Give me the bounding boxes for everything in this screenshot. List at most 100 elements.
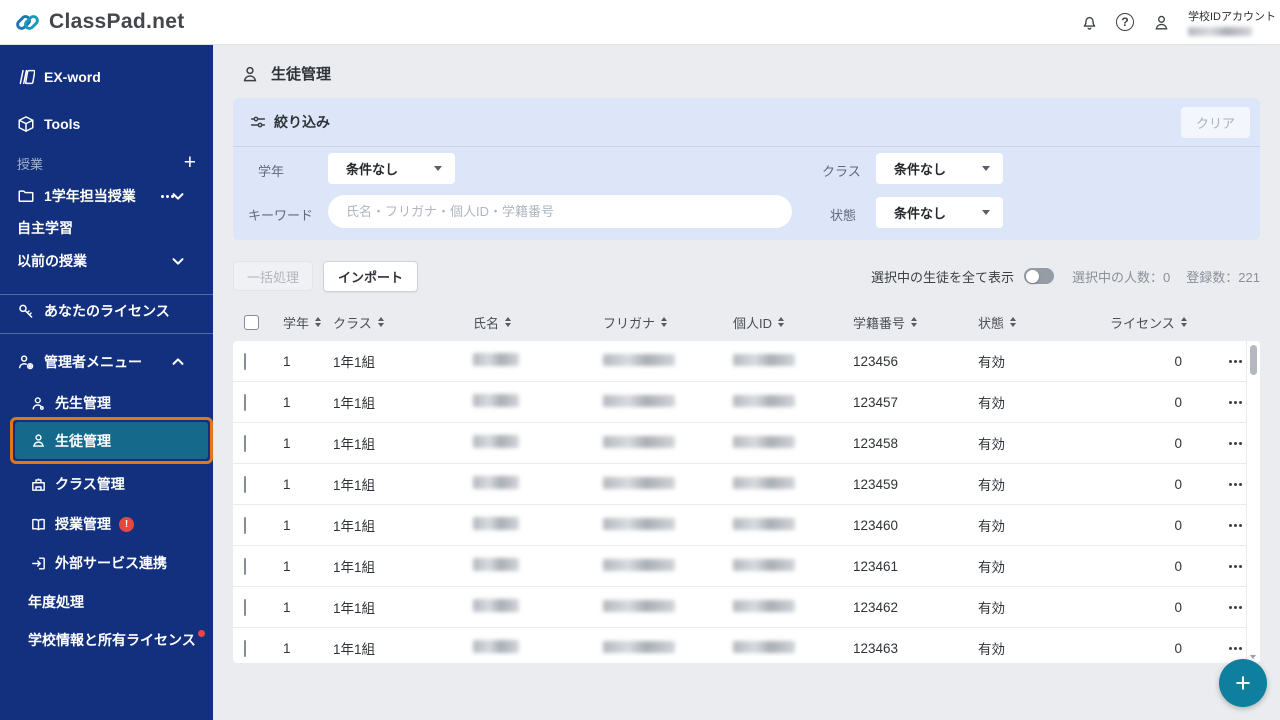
sidebar-item-class-mgmt[interactable]: クラス管理 [0,472,213,496]
row-menu-button[interactable] [1224,473,1246,495]
col-header-personal-id[interactable]: 個人ID [733,313,853,332]
cell-class: 1年1組 [333,396,376,411]
sidebar-item-label: EX-word [44,69,101,85]
sidebar-item-student-mgmt-active[interactable]: 生徒管理 [10,417,213,464]
add-lesson-button[interactable]: + [184,152,196,173]
keyword-search-input[interactable] [328,195,792,228]
admin-menu-collapse-button[interactable] [169,353,196,371]
top-bar: ClassPad.net ? 学校IDアカウント [0,0,1280,45]
add-student-fab[interactable] [1219,659,1267,707]
cell-license: 0 [1174,394,1182,410]
row-menu-button[interactable] [1224,432,1246,454]
chevron-down-icon [172,193,184,200]
help-icon[interactable]: ? [1116,13,1134,31]
cell-student-no: 123461 [853,558,899,574]
filter-title: 絞り込み [274,114,330,130]
cell-license: 0 [1174,599,1182,615]
cell-license: 0 [1174,353,1182,369]
cell-name-redacted [473,640,519,653]
account-info[interactable]: 学校IDアカウント [1188,8,1276,36]
notification-dot-icon [197,630,205,637]
row-checkbox[interactable] [244,598,246,616]
cell-name-redacted [473,476,519,489]
scrollbar-down-arrow-icon[interactable] [1250,655,1256,659]
cell-student-no: 123458 [853,435,899,451]
cell-name-redacted [473,353,519,366]
col-header-student-no[interactable]: 学籍番号 [853,313,978,332]
sidebar-item-label: 年度処理 [28,594,84,610]
main-content: 生徒管理 絞り込み クリア 学年 条件なし クラス 条件なし キーワード 氏名・… [213,45,1280,720]
student-table: 1 1年1組 123456 有効 0 1 1年1組 123457 有効 0 1 … [233,341,1260,663]
cell-class: 1年1組 [333,601,376,616]
folder-expand-button[interactable] [169,187,196,205]
col-header-kana[interactable]: フリガナ [603,313,733,332]
sort-icon [778,316,785,328]
row-checkbox[interactable] [244,557,246,575]
sidebar: EX-word Tools 授業 + 1学年担当授業 自主学習 以前の授業 あな… [0,45,213,720]
cell-kana-redacted [603,476,675,489]
sidebar-item-lesson-mgmt[interactable]: 授業管理 [0,512,213,536]
row-checkbox[interactable] [244,516,246,534]
select-all-checkbox[interactable] [244,314,259,330]
cell-kana-redacted [603,599,675,612]
col-header-license[interactable]: ライセンス [1110,313,1210,332]
row-checkbox[interactable] [244,475,246,493]
cell-personal-id-redacted [733,353,795,366]
row-checkbox[interactable] [244,639,246,657]
cell-grade: 1 [283,476,291,492]
sidebar-item-label: Tools [44,116,81,132]
app-window: ClassPad.net ? 学校IDアカウント EX-word Tools 授… [0,0,1280,720]
row-checkbox[interactable] [244,393,246,411]
row-checkbox[interactable] [244,352,246,370]
row-menu-button[interactable] [1224,391,1246,413]
table-scrollbar[interactable] [1246,341,1260,663]
cell-personal-id-redacted [733,558,795,571]
sidebar-item-self-study[interactable]: 自主学習 [0,216,213,240]
cell-class: 1年1組 [333,437,376,452]
cell-name-redacted [473,558,519,571]
row-checkbox[interactable] [244,434,246,452]
sidebar-item-admin-menu[interactable]: 管理者メニュー [0,350,213,374]
sidebar-item-teacher-mgmt[interactable]: 先生管理 [0,391,213,415]
bulk-action-button[interactable]: 一括処理 [233,261,314,291]
sidebar-item-tools[interactable]: Tools [0,112,213,136]
col-header-name[interactable]: 氏名 [473,313,603,332]
sidebar-item-external-services[interactable]: 外部サービス連携 [0,551,213,575]
sidebar-item-your-license[interactable]: あなたのライセンス [0,299,213,323]
bell-icon[interactable] [1079,12,1099,32]
cell-class: 1年1組 [333,560,376,575]
toolbar-right-group: 選択中の生徒を全て表示 選択中の人数：0 登録数：221 [871,267,1260,286]
sidebar-item-label: 生徒管理 [55,432,111,449]
sidebar-item-exword[interactable]: EX-word [0,65,213,89]
col-header-status[interactable]: 状態 [978,313,1110,332]
sidebar-item-school-info[interactable]: 学校情報と所有ライセンス [0,628,213,652]
key-icon [19,304,33,318]
col-header-class[interactable]: クラス [333,313,473,332]
class-filter-value: 条件なし [894,162,947,177]
row-menu-button[interactable] [1224,350,1246,372]
sidebar-item-lesson-folder[interactable]: 1学年担当授業 [0,184,213,208]
table-row: 1 1年1組 123462 有効 0 [233,587,1246,628]
sidebar-item-previous-lessons[interactable]: 以前の授業 [0,249,213,273]
col-header-grade[interactable]: 学年 [283,313,333,332]
class-filter-select[interactable]: 条件なし [876,153,1003,184]
status-filter-select[interactable]: 条件なし [876,197,1003,228]
clear-filter-button[interactable]: クリア [1180,107,1250,138]
show-selected-toggle[interactable] [1024,268,1055,284]
row-menu-button[interactable] [1224,596,1246,618]
row-menu-button[interactable] [1224,555,1246,577]
scrollbar-thumb[interactable] [1250,345,1257,375]
caret-down-icon [982,210,990,215]
classpad-logo[interactable]: ClassPad.net [0,9,185,36]
chevron-up-icon [172,358,184,365]
sidebar-item-year-processing[interactable]: 年度処理 [0,590,213,614]
previous-lessons-expand-button[interactable] [169,252,196,270]
account-type-label: 学校IDアカウント [1188,11,1276,23]
row-menu-button[interactable] [1224,637,1246,659]
grade-filter-select[interactable]: 条件なし [328,153,455,184]
chevron-down-icon [172,258,184,265]
account-icon[interactable] [1151,12,1171,32]
cell-personal-id-redacted [733,640,795,653]
import-button[interactable]: インポート [323,260,419,292]
row-menu-button[interactable] [1224,514,1246,536]
